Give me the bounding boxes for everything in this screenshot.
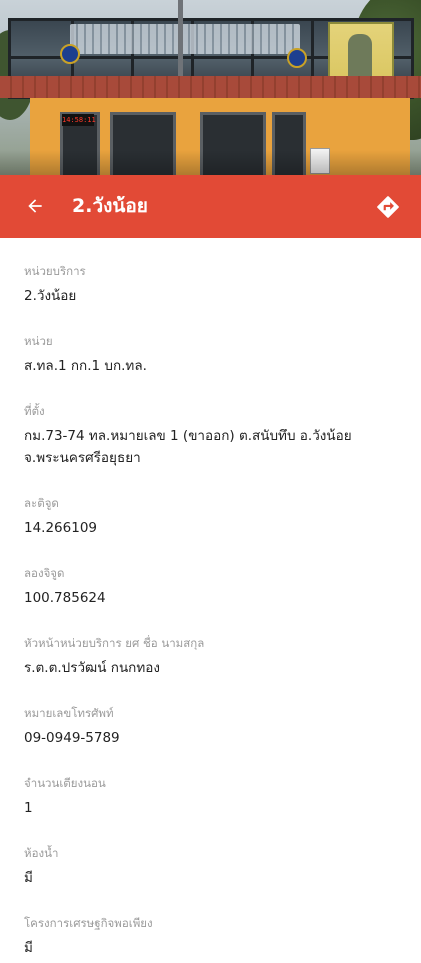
field-label: หน่วย: [24, 334, 53, 348]
field-label: ที่ตั้ง: [24, 404, 45, 418]
detail-latitude: ละติจูด 14.266109: [24, 495, 404, 565]
roof: [0, 76, 421, 98]
field-value: 1: [24, 800, 33, 816]
arrow-left-icon: [28, 199, 42, 213]
detail-location: ที่ตั้ง กม.73-74 ทล.หมายเลข 1 (ขาออก) ต.…: [24, 403, 404, 495]
police-emblem: [287, 48, 307, 68]
detail-phone: หมายเลขโทรศัพท์ 09-0949-5789: [24, 705, 404, 775]
field-value: ร.ต.ต.ปรวัฒน์ กนกทอง: [24, 660, 160, 676]
field-value: 2.วังน้อย: [24, 288, 77, 304]
police-emblem: [60, 44, 80, 64]
field-value: ส.ทล.1 กก.1 บก.ทล.: [24, 358, 147, 374]
detail-service-unit: หน่วยบริการ 2.วังน้อย: [24, 263, 404, 333]
page-title: 2.วังน้อย: [72, 195, 148, 217]
directions-button[interactable]: [371, 190, 405, 224]
detail-unit: หน่วย ส.ทล.1 กก.1 บก.ทล.: [24, 333, 404, 403]
back-button[interactable]: [18, 189, 52, 223]
detail-restroom: ห้องน้ำ มี: [24, 845, 404, 915]
field-label: หมายเลขโทรศัพท์: [24, 706, 114, 720]
field-value: มี: [24, 870, 33, 886]
field-value: กม.73-74 ทล.หมายเลข 1 (ขาออก) ต.สนับทึบ …: [24, 428, 352, 466]
building-sign: [70, 24, 300, 54]
app-bar: 2.วังน้อย: [0, 175, 421, 238]
field-label: โครงการเศรษฐกิจพอเพียง: [24, 916, 153, 930]
field-label: ละติจูด: [24, 496, 59, 510]
field-value[interactable]: 09-0949-5789: [24, 727, 404, 749]
detail-chief-name: หัวหน้าหน่วยบริการ ยศ ชื่อ นามสกุล ร.ต.ต…: [24, 635, 404, 705]
detail-beds: จำนวนเตียงนอน 1: [24, 775, 404, 845]
field-value: 100.785624: [24, 590, 106, 606]
detail-sufficiency-project: โครงการเศรษฐกิจพอเพียง มี: [24, 915, 404, 956]
field-value: มี: [24, 940, 33, 956]
field-label: ลองจิจูด: [24, 566, 65, 580]
detail-longitude: ลองจิจูด 100.785624: [24, 565, 404, 635]
digital-clock: 14:58:11: [62, 114, 96, 126]
station-photo: 14:58:11: [0, 0, 421, 175]
field-label: หน่วยบริการ: [24, 264, 86, 278]
directions-icon: [377, 196, 399, 218]
detail-list: หน่วยบริการ 2.วังน้อย หน่วย ส.ทล.1 กก.1 …: [24, 263, 404, 956]
field-label: หัวหน้าหน่วยบริการ ยศ ชื่อ นามสกุล: [24, 636, 205, 650]
field-value: 14.266109: [24, 520, 98, 536]
field-label: จำนวนเตียงนอน: [24, 776, 106, 790]
field-label: ห้องน้ำ: [24, 846, 59, 860]
